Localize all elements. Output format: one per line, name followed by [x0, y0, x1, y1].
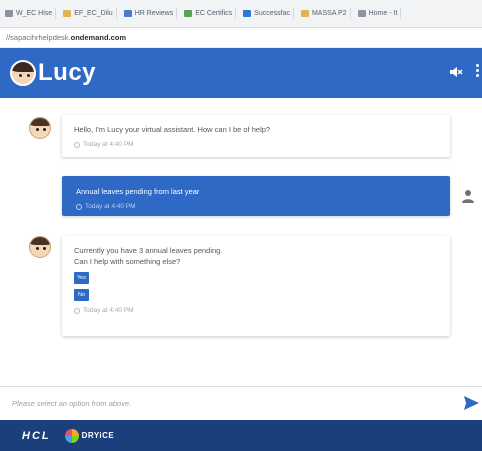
bookmark-label: W_EC Hise [16, 10, 53, 17]
bookmark-label: HR Reviews [134, 10, 174, 17]
clock-icon [74, 307, 80, 314]
bookmark-2[interactable]: HR Reviews [121, 8, 178, 19]
user-avatar-icon [462, 190, 474, 203]
lucy-logo: Lucy [10, 59, 96, 87]
folder-icon [63, 10, 72, 17]
user-message: Annual leaves pending from last year Tod… [62, 176, 450, 216]
address-bar[interactable]: //sapacihrhelpdesk. ondemand.com [0, 28, 482, 48]
message-line-1: Currently you have 3 annual leaves pendi… [74, 246, 223, 255]
bot-avatar [29, 236, 51, 258]
message-text: Annual leaves pending from last year [76, 187, 200, 196]
speaker-mute-icon[interactable] [449, 66, 463, 78]
dryice-logo: DRYiCE [64, 428, 115, 443]
bot-message: Currently you have 3 annual leaves pendi… [62, 236, 450, 336]
bot-avatar [29, 117, 51, 139]
url-prefix: //sapacihrhelpdesk. [6, 33, 71, 42]
bookmark-label: Successfac [254, 10, 290, 17]
dryice-mark-icon [64, 428, 79, 443]
page-icon [5, 10, 13, 17]
footer: HCL DRYiCE [0, 420, 482, 451]
logo-text: Lucy [38, 59, 97, 86]
send-icon[interactable] [464, 396, 479, 410]
bookmarks-bar: W_EC Hise EF_EC_Dilu HR Reviews EC Certi… [0, 0, 482, 28]
bookmark-label: EF_EC_Dilu [74, 10, 113, 17]
sf-icon [243, 10, 252, 17]
bot-message: Hello, I'm Lucy your virtual assistant. … [62, 115, 450, 157]
doc-icon [184, 10, 193, 17]
message-line-2: Can I help with something else? [74, 257, 181, 266]
bookmark-label: EC Certifics [195, 10, 233, 17]
bookmark-1[interactable]: EF_EC_Dilu [60, 8, 117, 19]
app-header: Lucy [0, 48, 482, 98]
hcl-logo: HCL [22, 429, 51, 442]
bookmark-label: MASSA P2 [311, 10, 347, 17]
bookmark-5[interactable]: MASSA P2 [298, 8, 351, 19]
message-timestamp: Today at 4:40 PM [74, 141, 438, 148]
message-timestamp: Today at 4:40 PM [76, 203, 436, 210]
bookmark-3[interactable]: EC Certifics [181, 8, 237, 19]
url-host: ondemand.com [70, 33, 127, 42]
no-button[interactable]: No [74, 289, 89, 301]
folder-icon [300, 10, 309, 17]
dryice-text: DRYiCE [81, 431, 115, 440]
chat-area[interactable]: Hello, I'm Lucy your virtual assistant. … [0, 98, 482, 386]
yes-button[interactable]: Yes [74, 272, 89, 284]
clock-icon [74, 141, 80, 148]
hr-icon [123, 10, 132, 17]
lucy-face-icon [10, 60, 36, 86]
bookmark-6[interactable]: Home - It [355, 8, 402, 19]
page-icon [357, 10, 366, 17]
message-text: Hello, I'm Lucy your virtual assistant. … [74, 125, 271, 134]
bookmark-0[interactable]: W_EC Hise [2, 8, 57, 19]
message-input-bar [0, 386, 482, 420]
clock-icon [76, 203, 82, 210]
message-timestamp: Today at 4:40 PM [74, 307, 438, 314]
bookmark-4[interactable]: Successfac [240, 8, 294, 19]
bookmark-label: Home - It [368, 10, 398, 17]
message-input[interactable] [12, 399, 482, 408]
kebab-menu-icon[interactable] [474, 62, 480, 84]
